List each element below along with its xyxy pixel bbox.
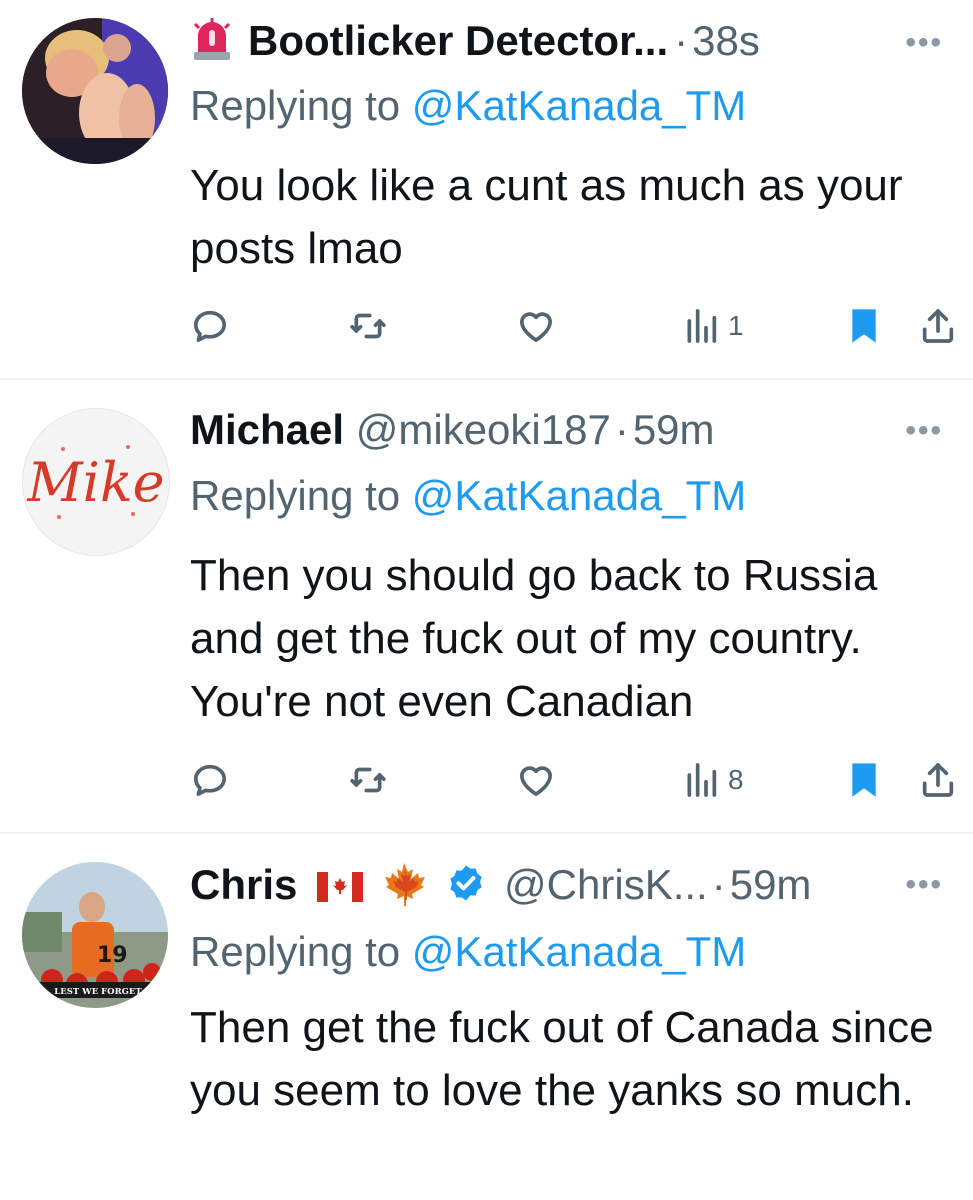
timestamp[interactable]: 59m [633, 406, 715, 453]
more-icon[interactable]: ••• [905, 26, 943, 60]
avatar-text: Mike [26, 451, 164, 514]
tweet-text: You look like a cunt as much as your pos… [190, 161, 903, 273]
more-icon[interactable]: ••• [905, 414, 943, 448]
separator: · [711, 861, 726, 909]
username[interactable]: @mikeoki187 [356, 406, 611, 453]
replying-to: Replying to @KatKanada_TM [190, 928, 746, 976]
views-button[interactable]: 1 [684, 302, 744, 350]
tweet[interactable]: Bootlicker Detector... ·38s ••• Replying … [0, 0, 973, 378]
avatar-banner-text: LEST WE FORGET [54, 987, 142, 997]
views-count: 1 [728, 310, 744, 341]
share-button[interactable] [918, 756, 958, 804]
bookmark-button[interactable] [846, 302, 882, 350]
avatar[interactable] [22, 18, 168, 164]
views-count: 8 [728, 764, 744, 795]
bookmark-icon [846, 760, 882, 800]
tweet-actions: 1 [190, 302, 960, 350]
replying-to: Replying to @KatKanada_TM [190, 472, 746, 520]
maple-leaf-icon [381, 860, 427, 916]
avatar[interactable]: 19 LEST WE FORGET [22, 862, 168, 1008]
reply-button[interactable] [190, 302, 230, 350]
verified-badge-icon[interactable] [446, 863, 486, 913]
replying-to-handle[interactable]: @KatKanada_TM [412, 928, 746, 975]
retweet-icon [348, 760, 388, 800]
views-icon [684, 760, 718, 800]
like-button[interactable] [516, 302, 556, 350]
reply-button[interactable] [190, 756, 230, 804]
display-name[interactable]: Chris [190, 861, 297, 908]
replying-prefix: Replying to [190, 472, 401, 519]
retweet-icon [348, 306, 388, 346]
views-button[interactable]: 8 [684, 756, 744, 804]
tweet-header: Bootlicker Detector... ·38s [190, 16, 760, 72]
replying-to-handle[interactable]: @KatKanada_TM [412, 82, 746, 129]
tweet-text: Then you should go back to Russia and ge… [190, 551, 878, 726]
replying-to-handle[interactable]: @KatKanada_TM [412, 472, 746, 519]
display-name[interactable]: Bootlicker Detector... [248, 17, 668, 64]
share-button[interactable] [918, 302, 958, 350]
tweet-header: Chris @ChrisK...·59m [190, 860, 811, 916]
tweet-header: Michael @mikeoki187·59m [190, 406, 715, 454]
replying-prefix: Replying to [190, 928, 401, 975]
like-icon [516, 306, 556, 346]
siren-icon [190, 16, 234, 72]
share-icon [918, 760, 958, 800]
timestamp[interactable]: 38s [692, 17, 760, 64]
replying-prefix: Replying to [190, 82, 401, 129]
replying-to: Replying to @KatKanada_TM [190, 82, 746, 130]
like-icon [516, 760, 556, 800]
bookmark-icon [846, 306, 882, 346]
retweet-button[interactable] [348, 756, 388, 804]
tweet-actions: 8 [190, 756, 960, 804]
jersey-number: 19 [97, 943, 128, 968]
tweet[interactable]: Mike Michael @mikeoki187·59m ••• Replyin… [0, 380, 973, 832]
timestamp[interactable]: 59m [730, 861, 812, 908]
avatar[interactable]: Mike [22, 408, 170, 556]
reply-icon [190, 306, 230, 346]
separator: · [614, 406, 629, 453]
bookmark-button[interactable] [846, 756, 882, 804]
reply-icon [190, 760, 230, 800]
canada-flag-icon [317, 864, 364, 912]
tweet[interactable]: 19 LEST WE FORGET Chris @ChrisK...·59m •… [0, 834, 973, 1200]
separator: · [674, 17, 689, 65]
more-icon[interactable]: ••• [905, 868, 943, 902]
username[interactable]: @ChrisK... [504, 861, 708, 908]
display-name[interactable]: Michael [190, 406, 344, 453]
share-icon [918, 306, 958, 346]
views-icon [684, 306, 718, 346]
like-button[interactable] [516, 756, 556, 804]
tweet-text: Then get the fuck out of Canada since yo… [190, 1003, 934, 1115]
retweet-button[interactable] [348, 302, 388, 350]
